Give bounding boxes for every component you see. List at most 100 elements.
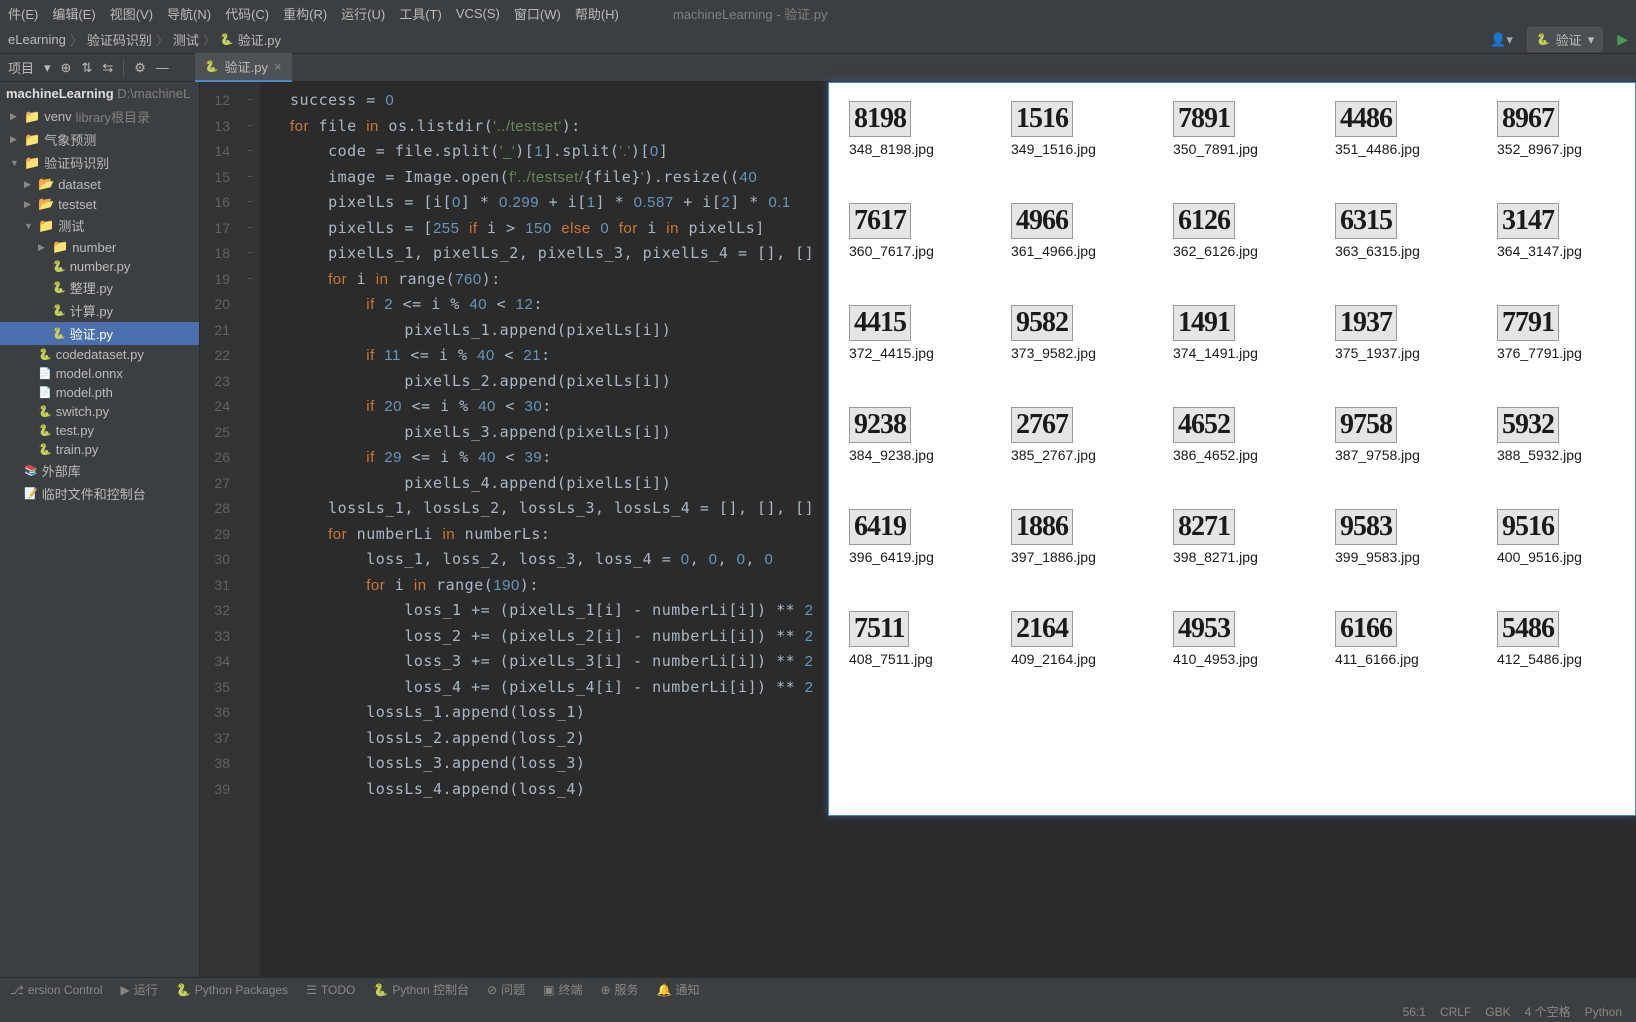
line-separator[interactable]: CRLF [1440,1005,1471,1019]
menu-item[interactable]: 导航(N) [167,4,211,23]
project-tool-label[interactable]: 项目 [8,58,34,77]
tree-item[interactable]: ▶📁number [0,237,199,257]
file-encoding[interactable]: GBK [1485,1005,1510,1019]
editor-tab[interactable]: 🐍 验证.py × [195,53,292,82]
menu-item[interactable]: 代码(C) [225,4,269,23]
tree-item[interactable]: 📚外部库 [0,459,199,482]
thumbnail-item[interactable]: 9583399_9583.jpg [1335,509,1453,565]
expand-arrow-icon[interactable]: ▶ [10,111,20,122]
tree-item[interactable]: 🐍验证.py [0,322,199,345]
thumbnail-item[interactable]: 7617360_7617.jpg [849,203,967,259]
tree-item[interactable]: 📄model.pth [0,383,199,402]
chevron-down-icon[interactable]: ▾ [44,60,51,76]
thumbnail-item[interactable]: 9582373_9582.jpg [1011,305,1129,361]
breadcrumb-item[interactable]: eLearning [8,32,66,47]
thumbnail-item[interactable]: 2164409_2164.jpg [1011,611,1129,667]
tree-item[interactable]: ▶📂testset [0,194,199,214]
collapse-icon[interactable]: — [156,60,169,75]
bottom-tool-问题[interactable]: ⊘问题 [487,981,525,998]
menu-item[interactable]: 工具(T) [399,4,442,23]
user-menu-icon[interactable]: 👤▾ [1490,32,1513,48]
filter-icon[interactable]: ⇆ [102,60,113,76]
breadcrumb-item[interactable]: 验证.py [238,30,281,49]
thumbnail-item[interactable]: 4415372_4415.jpg [849,305,967,361]
gear-icon[interactable]: ⚙ [134,60,146,76]
menu-item[interactable]: 重构(R) [283,4,327,23]
thumbnail-item[interactable]: 1937375_1937.jpg [1335,305,1453,361]
tree-item[interactable]: ▼📁验证码识别 [0,151,199,174]
breadcrumb-item[interactable]: 测试 [173,30,199,49]
bottom-tool-终端[interactable]: ▣终端 [543,981,582,998]
thumbnail-item[interactable]: 8198348_8198.jpg [849,101,967,157]
indent-setting[interactable]: 4 个空格 [1525,1003,1571,1020]
tree-item[interactable]: 🐍train.py [0,440,199,459]
thumbnail-item[interactable]: 6166411_6166.jpg [1335,611,1453,667]
tree-item[interactable]: 🐍number.py [0,257,199,276]
tree-item[interactable]: 🐍switch.py [0,402,199,421]
bottom-tool-Python 控制台[interactable]: 🐍Python 控制台 [373,981,469,998]
language-indicator[interactable]: Python [1585,1005,1622,1019]
tree-item[interactable]: ▼📁测试 [0,214,199,237]
expand-arrow-icon[interactable]: ▶ [24,199,34,210]
thumbnail-item[interactable]: 6126362_6126.jpg [1173,203,1291,259]
bottom-tool-Python Packages[interactable]: 🐍Python Packages [176,983,288,997]
thumbnail-item[interactable]: 6419396_6419.jpg [849,509,967,565]
close-icon[interactable]: × [274,59,282,74]
expand-arrow-icon[interactable]: ▼ [24,221,34,231]
thumbnail-item[interactable]: 9516400_9516.jpg [1497,509,1615,565]
menu-item[interactable]: 窗口(W) [514,4,561,23]
bottom-tool-通知[interactable]: 🔔通知 [657,981,700,998]
sort-icon[interactable]: ⇅ [81,60,92,76]
tree-item[interactable]: 🐍计算.py [0,299,199,322]
thumbnail-item[interactable]: 5932388_5932.jpg [1497,407,1615,463]
thumbnail-item[interactable]: 9238384_9238.jpg [849,407,967,463]
thumbnail-item[interactable]: 7511408_7511.jpg [849,611,967,667]
thumbnail-item[interactable]: 9758387_9758.jpg [1335,407,1453,463]
tree-item[interactable]: 🐍整理.py [0,276,199,299]
thumbnail-item[interactable]: 4486351_4486.jpg [1335,101,1453,157]
target-icon[interactable]: ⊕ [61,60,72,76]
thumbnail-item[interactable]: 1491374_1491.jpg [1173,305,1291,361]
run-config-selector[interactable]: 🐍 验证 ▾ [1527,27,1603,52]
thumbnail-item[interactable]: 6315363_6315.jpg [1335,203,1453,259]
breadcrumb-item[interactable]: 验证码识别 [87,30,152,49]
thumbnail-item[interactable]: 7891350_7891.jpg [1173,101,1291,157]
menu-item[interactable]: 运行(U) [341,4,385,23]
menu-item[interactable]: 视图(V) [110,4,153,23]
thumbnail-item[interactable]: 5486412_5486.jpg [1497,611,1615,667]
tree-item[interactable]: ▶📂dataset [0,174,199,194]
caret-position[interactable]: 56:1 [1403,1005,1426,1019]
tree-item[interactable]: 📄model.onnx [0,364,199,383]
bottom-tool-服务[interactable]: ⊕服务 [600,981,638,998]
thumbnail-item[interactable]: 4966361_4966.jpg [1011,203,1129,259]
thumbnail-item[interactable]: 1516349_1516.jpg [1011,101,1129,157]
bottom-tool-运行[interactable]: ▶运行 [121,981,158,998]
menu-item[interactable]: VCS(S) [456,6,500,21]
tree-item[interactable]: 🐍codedataset.py [0,345,199,364]
thumbnail-item[interactable]: 4953410_4953.jpg [1173,611,1291,667]
menu-item[interactable]: 件(E) [8,4,38,23]
thumbnail-item[interactable]: 1886397_1886.jpg [1011,509,1129,565]
tree-item[interactable]: ▶📁venv library根目录 [0,105,199,128]
expand-arrow-icon[interactable]: ▶ [10,134,20,145]
menu-item[interactable]: 帮助(H) [575,4,619,23]
expand-arrow-icon[interactable]: ▼ [10,158,20,168]
tree-item[interactable]: ▶📁气象预测 [0,128,199,151]
run-button[interactable]: ▶ [1617,31,1628,48]
tree-item[interactable]: 📝临时文件和控制台 [0,482,199,505]
thumbnail-item[interactable]: 7791376_7791.jpg [1497,305,1615,361]
thumbnail-item[interactable]: 2767385_2767.jpg [1011,407,1129,463]
project-sidebar[interactable]: machineLearning D:\machineL ▶📁venv libra… [0,82,200,996]
bottom-tool-TODO[interactable]: ☰TODO [306,983,355,997]
thumbnail-item[interactable]: 8967352_8967.jpg [1497,101,1615,157]
tree-item[interactable]: 🐍test.py [0,421,199,440]
file-explorer-window[interactable]: 8198348_8198.jpg 1516349_1516.jpg 7891350_… [828,82,1636,816]
thumbnail-item[interactable]: 4652386_4652.jpg [1173,407,1291,463]
thumbnail-item[interactable]: 3147364_3147.jpg [1497,203,1615,259]
project-root[interactable]: machineLearning D:\machineL [0,82,199,105]
expand-arrow-icon[interactable]: ▶ [24,179,34,190]
fold-gutter[interactable]: −−−−−−−− [240,82,260,996]
bottom-tool-ersion Control[interactable]: ⎇ersion Control [10,983,103,997]
expand-arrow-icon[interactable]: ▶ [38,242,48,253]
menu-item[interactable]: 编辑(E) [52,4,95,23]
